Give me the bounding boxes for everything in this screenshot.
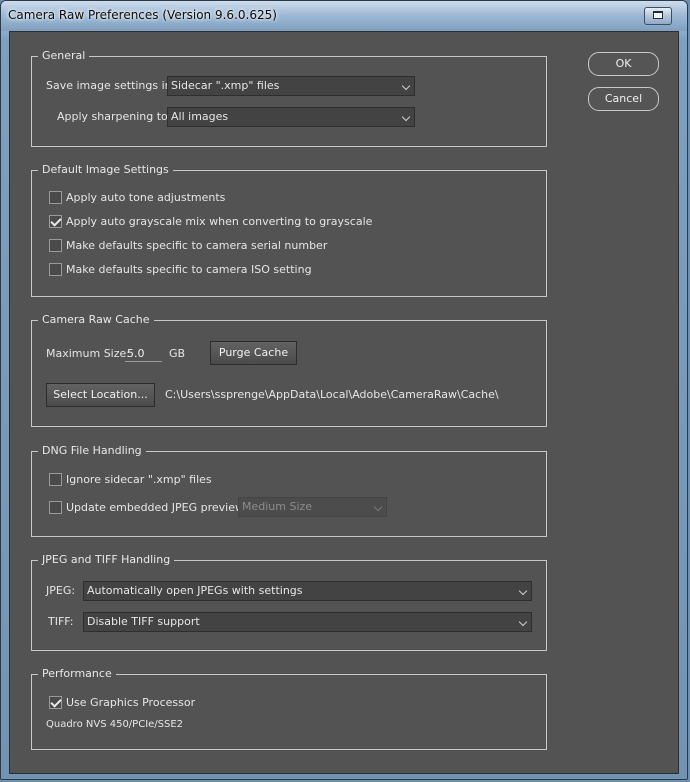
tiff-handling-value: Disable TIFF support — [87, 615, 200, 628]
sharpening-label: Apply sharpening to: — [57, 110, 172, 123]
performance-group: Performance Use Graphics Processor Quadr… — [31, 667, 547, 750]
preferences-window: Camera Raw Preferences (Version 9.6.0.62… — [0, 0, 688, 780]
chevron-down-icon — [518, 586, 528, 596]
chevron-down-icon — [518, 617, 528, 627]
default-image-settings-legend: Default Image Settings — [38, 163, 173, 177]
camera-raw-cache-group: Camera Raw Cache Maximum Size: 5.0 GB Pu… — [31, 313, 547, 427]
save-settings-select[interactable]: Sidecar ".xmp" files — [167, 76, 415, 96]
chevron-down-icon — [401, 81, 411, 91]
use-gpu-label[interactable]: Use Graphics Processor — [66, 696, 195, 710]
iso-setting-label[interactable]: Make defaults specific to camera ISO set… — [66, 263, 312, 277]
tiff-label: TIFF: — [48, 615, 74, 628]
cancel-button[interactable]: Cancel — [588, 87, 659, 111]
chevron-down-icon — [373, 502, 383, 512]
serial-number-checkbox[interactable] — [49, 239, 62, 252]
sharpening-value: All images — [171, 110, 229, 123]
window-title: Camera Raw Preferences (Version 9.6.0.62… — [8, 8, 277, 22]
select-location-button[interactable]: Select Location... — [46, 383, 155, 407]
general-legend: General — [38, 49, 90, 63]
jpeg-handling-value: Automatically open JPEGs with settings — [87, 584, 303, 597]
auto-grayscale-label[interactable]: Apply auto grayscale mix when converting… — [66, 215, 372, 229]
title-bar[interactable]: Camera Raw Preferences (Version 9.6.0.62… — [1, 1, 687, 31]
save-settings-value: Sidecar ".xmp" files — [171, 79, 280, 92]
preview-size-select[interactable]: Medium Size — [238, 497, 387, 517]
gb-unit-label: GB — [169, 347, 186, 360]
save-settings-label: Save image settings in: — [46, 79, 176, 92]
general-group: General Save image settings in: Sidecar … — [31, 49, 547, 147]
dialog-body: OK Cancel General Save image settings in… — [9, 31, 679, 774]
cache-path: C:\Users\ssprenge\AppData\Local\Adobe\Ca… — [165, 388, 499, 401]
maximum-size-label: Maximum Size: — [46, 347, 130, 360]
serial-number-label[interactable]: Make defaults specific to camera serial … — [66, 239, 327, 253]
sharpening-select[interactable]: All images — [167, 107, 415, 127]
jpeg-label: JPEG: — [46, 584, 76, 597]
auto-tone-label[interactable]: Apply auto tone adjustments — [66, 191, 225, 205]
close-button[interactable] — [644, 7, 672, 25]
performance-legend: Performance — [38, 667, 116, 681]
jpeg-tiff-handling-group: JPEG and TIFF Handling JPEG: Automatical… — [31, 553, 547, 651]
ignore-sidecar-checkbox[interactable] — [49, 473, 62, 486]
auto-tone-checkbox[interactable] — [49, 191, 62, 204]
ignore-sidecar-label[interactable]: Ignore sidecar ".xmp" files — [66, 473, 212, 487]
dng-file-handling-legend: DNG File Handling — [38, 444, 146, 458]
gpu-info: Quadro NVS 450/PCIe/SSE2 — [46, 719, 184, 730]
jpeg-tiff-handling-legend: JPEG and TIFF Handling — [38, 553, 175, 567]
purge-cache-button[interactable]: Purge Cache — [210, 341, 297, 365]
auto-grayscale-checkbox[interactable] — [49, 215, 62, 228]
update-jpeg-previews-label[interactable]: Update embedded JPEG previews: — [66, 501, 253, 515]
default-image-settings-group: Default Image Settings Apply auto tone a… — [31, 163, 547, 297]
update-jpeg-previews-checkbox[interactable] — [49, 501, 62, 514]
camera-raw-cache-legend: Camera Raw Cache — [38, 313, 154, 327]
window-icon — [653, 11, 663, 19]
preview-size-value: Medium Size — [242, 500, 313, 513]
dng-file-handling-group: DNG File Handling Ignore sidecar ".xmp" … — [31, 444, 547, 537]
chevron-down-icon — [401, 112, 411, 122]
ok-button[interactable]: OK — [588, 52, 659, 76]
iso-setting-checkbox[interactable] — [49, 263, 62, 276]
use-gpu-checkbox[interactable] — [49, 696, 62, 709]
tiff-handling-select[interactable]: Disable TIFF support — [83, 612, 532, 632]
jpeg-handling-select[interactable]: Automatically open JPEGs with settings — [83, 581, 532, 601]
maximum-size-input[interactable]: 5.0 — [125, 346, 162, 362]
